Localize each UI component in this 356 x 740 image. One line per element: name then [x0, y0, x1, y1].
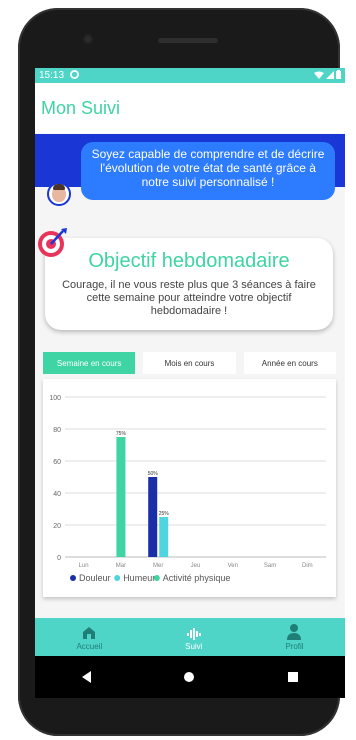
bar — [116, 437, 126, 557]
system-nav-bar — [35, 656, 345, 698]
objective-card: Objectif hebdomadaire Courage, il ne vou… — [45, 238, 333, 330]
chart-icon — [186, 624, 201, 640]
page-title: Mon Suivi — [41, 97, 121, 118]
x-tick-label: Mer — [153, 563, 163, 569]
objective-text: Courage, il ne vous reste plus que 3 séa… — [62, 279, 316, 317]
y-tick-label: 100 — [49, 395, 61, 402]
person-icon — [287, 623, 302, 640]
bar — [148, 477, 158, 557]
bar-chart: 0 20 40 60 80 100 Lun Mar Mer Jeu Ven Sam Dim 75% 50% 2… — [49, 395, 326, 583]
legend-label: Humeur — [123, 573, 155, 583]
recents-icon[interactable] — [288, 672, 299, 682]
y-tick-label: 40 — [53, 491, 61, 498]
nav-accueil-label: Accueil — [76, 641, 103, 651]
x-tick-label: Sam — [264, 563, 276, 569]
objective-title: Objectif hebdomadaire — [88, 250, 290, 272]
app-screen: 15:13 Mon Suivi Soyez capable de compren… — [35, 68, 345, 656]
x-tick-label: Mar — [116, 563, 126, 569]
y-tick-label: 0 — [57, 555, 61, 562]
bottom-nav: Accueil Suivi Profil — [35, 618, 345, 656]
home-icon — [82, 624, 96, 640]
chart-card: 0 20 40 60 80 100 Lun Mar Mer Jeu Ven Sam Dim 75% 50% 2… — [43, 379, 336, 597]
y-tick-label: 80 — [53, 427, 61, 434]
phone-top — [18, 8, 340, 68]
x-tick-label: Lun — [79, 563, 89, 569]
y-tick-label: 20 — [53, 523, 61, 530]
back-icon[interactable] — [81, 671, 91, 683]
target-icon — [37, 226, 69, 258]
x-tick-label: Dim — [302, 563, 313, 569]
data-label: 50% — [148, 471, 159, 477]
message-bubble: Soyez capable de comprendre et de décrir… — [81, 142, 335, 200]
x-tick-label: Ven — [228, 563, 238, 569]
period-tabs: Semaine en cours Mois en cours Année en … — [43, 352, 336, 374]
tab-mois[interactable]: Mois en cours — [143, 352, 236, 374]
nav-suivi[interactable]: Suivi — [185, 624, 202, 651]
legend-marker — [153, 575, 160, 581]
y-tick-label: 60 — [53, 459, 61, 466]
home-button-icon[interactable] — [184, 672, 195, 682]
status-time: 15:13 — [39, 70, 65, 81]
nav-profil[interactable]: Profil — [285, 623, 304, 651]
data-label: 25% — [159, 511, 170, 517]
battery-icon — [336, 70, 341, 81]
tab-annee[interactable]: Année en cours — [243, 352, 336, 374]
speaker-grill — [158, 38, 218, 43]
camera-icon — [83, 34, 93, 44]
x-tick-label: Jeu — [191, 563, 201, 569]
info-banner: Soyez capable de comprendre et de décrir… — [35, 134, 345, 206]
legend-marker — [70, 575, 76, 581]
legend-marker — [114, 575, 121, 581]
nav-profil-label: Profil — [285, 641, 304, 651]
app-bar: Mon Suivi — [35, 83, 345, 133]
nav-accueil[interactable]: Accueil — [76, 624, 102, 651]
legend-label: Activité physique — [163, 573, 231, 583]
data-label: 75% — [116, 431, 127, 437]
avatar — [47, 182, 71, 206]
bar — [159, 517, 169, 557]
wifi-icon — [314, 71, 324, 81]
legend-label: Douleur — [79, 573, 111, 583]
tab-semaine[interactable]: Semaine en cours — [43, 352, 136, 374]
status-bar: 15:13 — [35, 68, 345, 83]
nav-suivi-label: Suivi — [185, 641, 203, 651]
circle-icon — [70, 69, 80, 82]
signal-icon — [326, 70, 334, 81]
